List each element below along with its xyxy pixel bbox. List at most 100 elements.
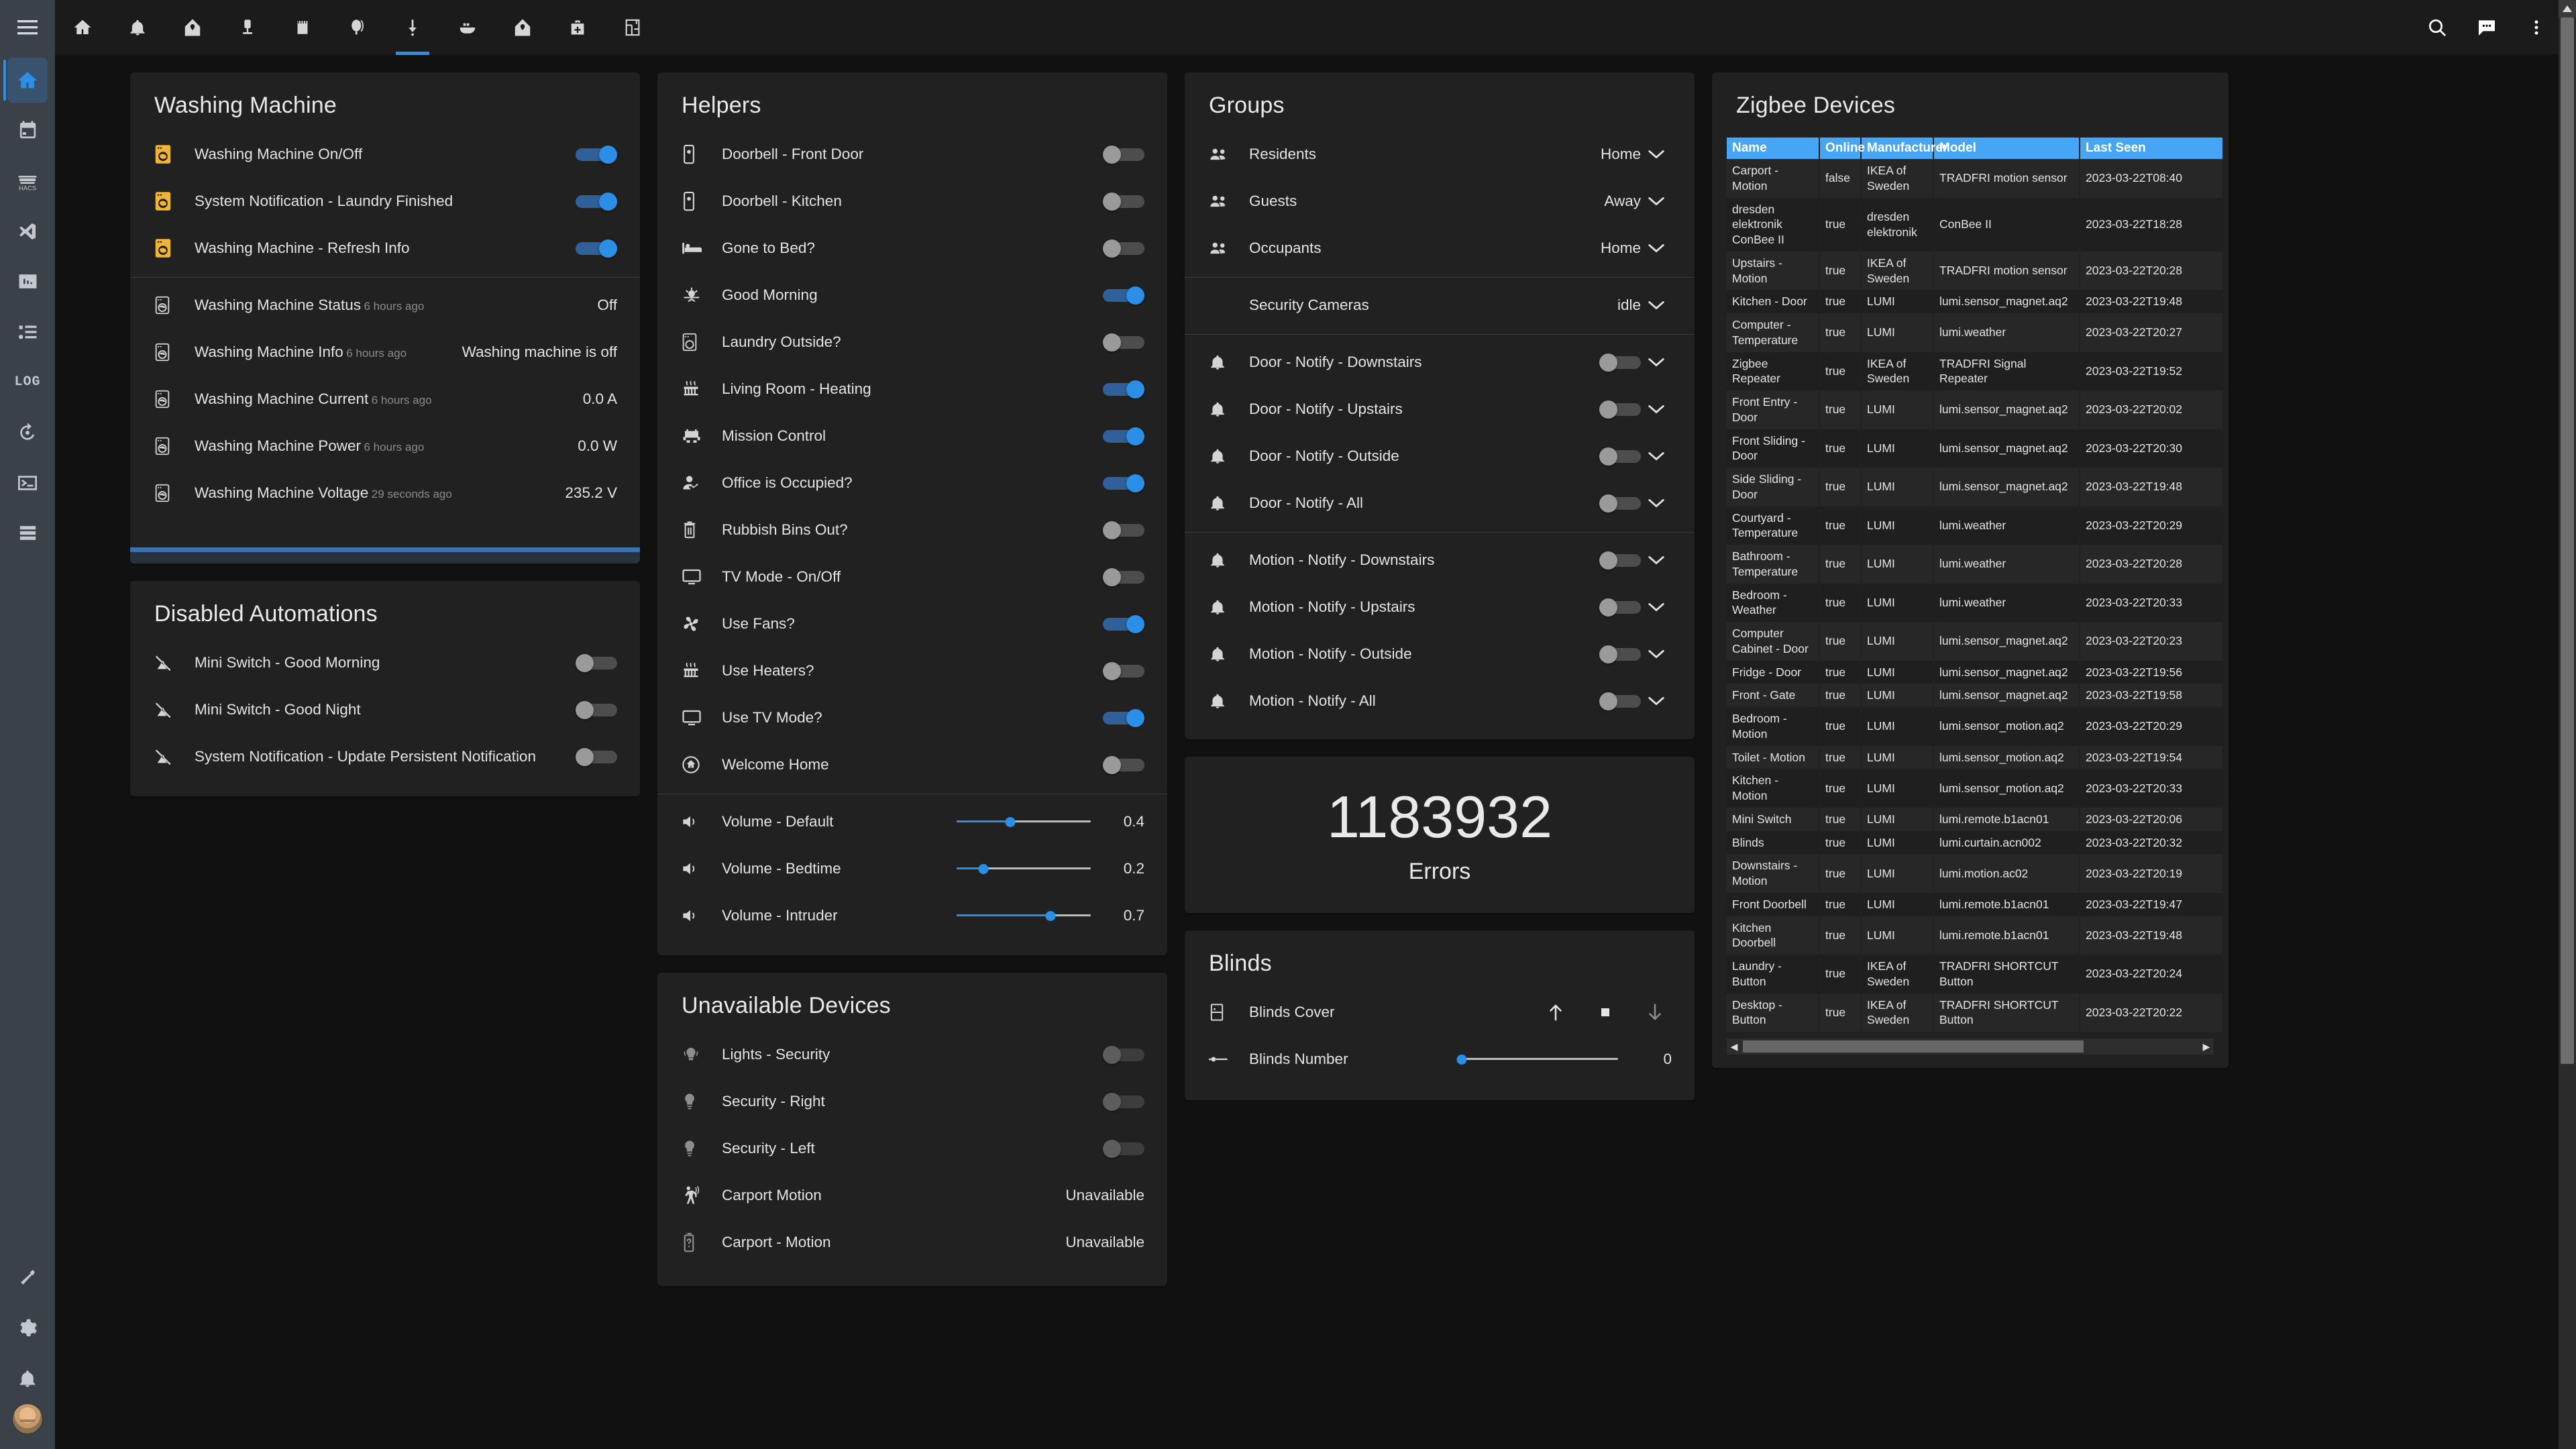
tab-docker[interactable] bbox=[440, 0, 495, 55]
list-item[interactable]: Rubbish Bins Out? bbox=[657, 506, 1167, 553]
chevron-down-icon[interactable] bbox=[1641, 555, 1672, 566]
toggle-switch[interactable] bbox=[1103, 662, 1144, 680]
chevron-down-icon[interactable] bbox=[1641, 649, 1672, 659]
toggle-switch[interactable] bbox=[1103, 474, 1144, 492]
chevron-down-icon[interactable] bbox=[1641, 300, 1672, 311]
list-item[interactable]: Motion - Notify - All bbox=[1185, 678, 1695, 724]
list-item[interactable]: Security - Right bbox=[657, 1078, 1167, 1125]
list-item[interactable]: Volume - Bedtime 0.2 bbox=[657, 845, 1167, 892]
list-item[interactable]: System Notification - Update Persistent … bbox=[130, 733, 640, 780]
volume-intruder-slider[interactable] bbox=[957, 907, 1091, 924]
sidebar-item-developer-tools[interactable] bbox=[0, 1252, 55, 1303]
list-item[interactable]: Good Morning bbox=[657, 272, 1167, 319]
card-errors[interactable]: 1183932 Errors bbox=[1185, 757, 1695, 913]
page-scrollbar[interactable] bbox=[2559, 0, 2576, 1449]
arrow-up-icon[interactable] bbox=[1546, 1002, 1566, 1022]
sidebar-item-vscode[interactable] bbox=[0, 206, 55, 256]
list-item[interactable]: Use Fans? bbox=[657, 600, 1167, 647]
tab-lights[interactable] bbox=[220, 0, 275, 55]
list-item[interactable]: Residents Home bbox=[1185, 131, 1695, 178]
sidebar-item-history[interactable] bbox=[0, 407, 55, 458]
toggle-switch[interactable] bbox=[1599, 400, 1641, 419]
list-item[interactable]: Use Heaters? bbox=[657, 647, 1167, 694]
assist-icon[interactable] bbox=[2462, 0, 2512, 55]
chevron-down-icon[interactable] bbox=[1641, 243, 1672, 254]
hamburger-icon[interactable] bbox=[0, 0, 55, 55]
page-scrollbar-thumb[interactable] bbox=[2561, 17, 2574, 1064]
tab-add[interactable] bbox=[550, 0, 605, 55]
search-icon[interactable] bbox=[2412, 0, 2462, 55]
toggle-switch[interactable] bbox=[1103, 380, 1144, 398]
sidebar-item-home[interactable] bbox=[0, 55, 55, 105]
list-item[interactable]: Motion - Notify - Outside bbox=[1185, 631, 1695, 678]
list-item[interactable]: Washing Machine Power 6 hours ago 0.0 W bbox=[130, 423, 640, 470]
volume-bedtime-slider[interactable] bbox=[957, 860, 1091, 877]
zigbee-scrollbar-thumb[interactable] bbox=[1743, 1040, 2084, 1053]
list-item[interactable]: Door - Notify - Upstairs bbox=[1185, 386, 1695, 433]
list-item[interactable]: Living Room - Heating bbox=[657, 366, 1167, 413]
list-item[interactable]: Washing Machine On/Off bbox=[130, 131, 640, 178]
toggle-switch[interactable] bbox=[1103, 239, 1144, 258]
toggle-switch[interactable] bbox=[1599, 354, 1641, 372]
tab-home[interactable] bbox=[55, 0, 110, 55]
tab-balloon[interactable] bbox=[330, 0, 385, 55]
toggle-switch[interactable] bbox=[1103, 193, 1144, 211]
sidebar-item-calendar[interactable] bbox=[0, 105, 55, 156]
toggle-switch[interactable] bbox=[1103, 427, 1144, 445]
sidebar-item-server[interactable] bbox=[0, 508, 55, 558]
zigbee-table-scrollbar[interactable]: ◀ ▶ bbox=[1727, 1038, 2214, 1055]
list-item[interactable]: Lights - Security bbox=[657, 1031, 1167, 1078]
sidebar-item-settings[interactable] bbox=[0, 1303, 55, 1353]
list-item[interactable]: Office is Occupied? bbox=[657, 460, 1167, 506]
toggle-switch[interactable] bbox=[1103, 615, 1144, 633]
scroll-up-icon[interactable] bbox=[2559, 0, 2576, 17]
toggle-switch[interactable] bbox=[1103, 146, 1144, 164]
toggle-switch[interactable] bbox=[1103, 521, 1144, 539]
tab-floorplan[interactable] bbox=[605, 0, 660, 55]
list-item[interactable]: Blinds Cover bbox=[1185, 989, 1695, 1036]
list-item[interactable]: Washing Machine Current 6 hours ago 0.0 … bbox=[130, 376, 640, 423]
sidebar-item-statistics[interactable] bbox=[0, 256, 55, 307]
avatar[interactable] bbox=[12, 1403, 43, 1434]
tab-house[interactable] bbox=[165, 0, 220, 55]
tab-house-2[interactable] bbox=[495, 0, 550, 55]
column-header-last-seen[interactable]: Last Seen bbox=[2080, 138, 2224, 159]
tab-alerts[interactable] bbox=[110, 0, 165, 55]
toggle-switch[interactable] bbox=[1599, 447, 1641, 466]
column-header-name[interactable]: Name bbox=[1727, 138, 1820, 159]
toggle-switch[interactable] bbox=[1103, 333, 1144, 352]
list-item[interactable]: Laundry Outside? bbox=[657, 319, 1167, 366]
list-item[interactable]: Doorbell - Kitchen bbox=[657, 178, 1167, 225]
toggle-switch[interactable] bbox=[576, 654, 617, 672]
list-item[interactable]: Washing Machine Info 6 hours ago Washing… bbox=[130, 329, 640, 376]
toggle-switch[interactable] bbox=[1599, 598, 1641, 616]
toggle-switch[interactable] bbox=[576, 748, 617, 766]
list-item[interactable]: Door - Notify - All bbox=[1185, 480, 1695, 527]
toggle-switch[interactable] bbox=[1103, 1140, 1144, 1158]
chevron-down-icon[interactable] bbox=[1641, 196, 1672, 207]
list-item[interactable]: Washing Machine - Refresh Info bbox=[130, 225, 640, 272]
toggle-switch[interactable] bbox=[576, 701, 617, 719]
toggle-switch[interactable] bbox=[1599, 551, 1641, 570]
toggle-switch[interactable] bbox=[1599, 692, 1641, 710]
overflow-menu-icon[interactable] bbox=[2512, 0, 2561, 55]
toggle-switch[interactable] bbox=[1599, 494, 1641, 513]
list-item[interactable]: Volume - Default 0.4 bbox=[657, 798, 1167, 845]
list-item[interactable]: Security Cameras idle bbox=[1185, 282, 1695, 329]
toggle-switch[interactable] bbox=[576, 146, 617, 164]
list-item[interactable]: TV Mode - On/Off bbox=[657, 553, 1167, 600]
scroll-left-icon[interactable]: ◀ bbox=[1727, 1041, 1741, 1053]
chevron-down-icon[interactable] bbox=[1641, 404, 1672, 415]
tab-downloads[interactable] bbox=[385, 0, 440, 55]
chevron-down-icon[interactable] bbox=[1641, 602, 1672, 612]
toggle-switch[interactable] bbox=[1599, 645, 1641, 663]
chevron-down-icon[interactable] bbox=[1641, 498, 1672, 508]
list-item[interactable]: Blinds Number 0 bbox=[1185, 1036, 1695, 1083]
toggle-switch[interactable] bbox=[1103, 1093, 1144, 1111]
list-item[interactable]: Carport - Motion Unavailable bbox=[657, 1219, 1167, 1266]
stop-square-icon[interactable] bbox=[1595, 1006, 1615, 1019]
list-item[interactable]: Mission Control bbox=[657, 413, 1167, 460]
toggle-switch[interactable] bbox=[576, 193, 617, 211]
chevron-down-icon[interactable] bbox=[1641, 451, 1672, 462]
list-item[interactable]: Use TV Mode? bbox=[657, 694, 1167, 741]
